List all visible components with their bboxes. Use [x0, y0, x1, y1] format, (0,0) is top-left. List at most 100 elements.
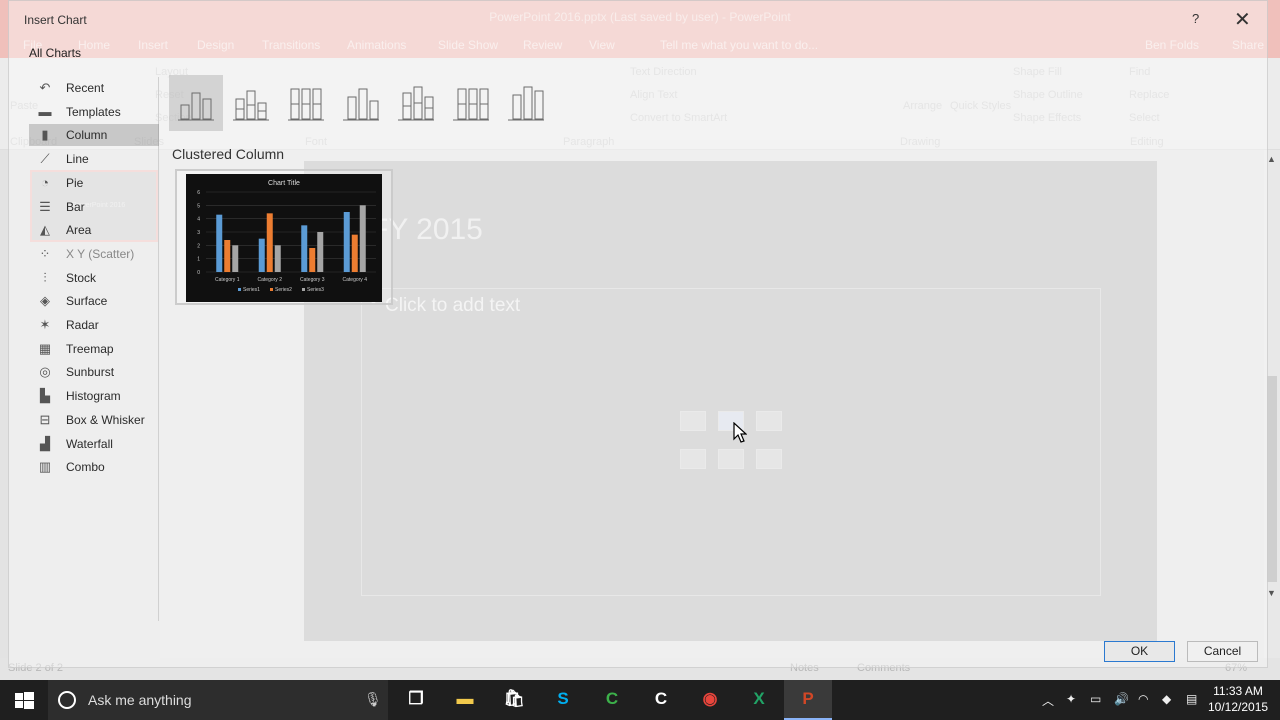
chart-type-label: Stock [66, 270, 97, 285]
taskbar-app-camtasia-recorder[interactable]: C [637, 680, 685, 720]
chart-type-x-y-scatter[interactable]: ⁘ X Y (Scatter) [29, 243, 159, 265]
preview-chart-title: Chart Title [268, 180, 300, 187]
bar-series1-3 [301, 225, 308, 272]
subtype-3d-stacked-column-button[interactable] [389, 75, 443, 131]
waterfall-chart-icon: ▟ [40, 435, 50, 451]
undo-icon: ↶ [39, 80, 51, 95]
chart-type-recent[interactable]: ↶ Recent [29, 77, 159, 99]
chart-type-treemap[interactable]: ▦ Treemap [29, 338, 159, 360]
chart-preview[interactable]: Chart Title 0 1 2 3 4 5 6 Category 1 Category 2 Ca… [175, 169, 393, 305]
network-diamond-icon[interactable]: ◆ [1162, 692, 1171, 706]
volume-icon[interactable]: 🔊 [1114, 692, 1129, 706]
scroll-down-arrow-icon: ▼ [1267, 588, 1276, 598]
subtype-clustered-column-button[interactable] [169, 75, 223, 131]
stacked-column-icon [233, 90, 269, 121]
taskbar-app-chrome[interactable]: ◉ [686, 680, 734, 720]
close-icon[interactable]: ✕ [1234, 7, 1251, 32]
powerpoint-icon: P [802, 689, 814, 708]
preview-canvas: Chart Title 0 1 2 3 4 5 6 Category 1 Category 2 Ca… [186, 174, 382, 302]
bar-series2-1 [224, 240, 231, 272]
start-button[interactable] [0, 680, 48, 720]
microphone-icon[interactable]: 🎙 [364, 691, 382, 708]
taskbar-app-store[interactable]: 🛍 [490, 680, 538, 720]
wifi-icon[interactable]: ◠ [1138, 692, 1148, 706]
x-category-label: Category 2 [258, 277, 283, 283]
area-chart-icon: ◭ [40, 222, 50, 238]
chart-type-line[interactable]: ⟋ Line [29, 148, 159, 170]
100-stacked-column-icon [288, 88, 324, 121]
camtasia-icon: C [605, 689, 619, 708]
insert-chart-dialog: Insert Chart ? ✕ All Charts ↶ Recent ▬ Temp… [8, 0, 1268, 668]
ok-button[interactable]: OK [1104, 641, 1175, 662]
cancel-button[interactable]: Cancel [1187, 641, 1258, 662]
y-tick-label: 6 [197, 190, 200, 196]
y-tick-label: 0 [197, 270, 200, 276]
3d-column-icon [508, 86, 544, 121]
subtype-100-stacked-column-button[interactable] [279, 75, 333, 131]
subtype-3d-clustered-column-button[interactable] [334, 75, 388, 131]
preview-chart-svg: Chart Title 0 1 2 3 4 5 6 Category 1 Category 2 Ca… [197, 180, 376, 293]
chart-type-area[interactable]: ◭ Area [29, 219, 159, 241]
chart-type-templates[interactable]: ▬ Templates [29, 101, 159, 123]
chart-type-box-whisker[interactable]: ⊟ Box & Whisker [29, 409, 159, 431]
chart-type-stock[interactable]: ⫶ Stock [29, 267, 159, 289]
dropbox-icon[interactable]: ✦ [1066, 692, 1076, 706]
subtype-3d-column-button[interactable] [499, 75, 553, 131]
taskbar-app-excel[interactable]: X [735, 680, 783, 720]
file-explorer-icon: ▬ [456, 689, 474, 708]
camtasia-recorder-icon: C [654, 689, 668, 708]
chart-type-surface[interactable]: ◈ Surface [29, 290, 159, 312]
chart-type-label: Area [66, 223, 92, 238]
x-category-label: Category 1 [215, 277, 240, 283]
legend-entry: Series2 [275, 287, 292, 293]
column-chart-icon: ▮ [41, 127, 49, 143]
help-button[interactable]: ? [1192, 11, 1199, 26]
chart-type-waterfall[interactable]: ▟ Waterfall [29, 433, 159, 455]
stock-chart-icon: ⫶ [43, 269, 47, 285]
chart-type-combo[interactable]: ▥ Combo [29, 456, 159, 478]
subtype-3d-100-stacked-column-button[interactable] [444, 75, 498, 131]
chart-type-label: Combo [66, 460, 105, 475]
clock-date: 10/12/2015 [1208, 700, 1269, 714]
chart-type-label: Templates [66, 104, 121, 119]
taskbar-app-camtasia[interactable]: C [588, 680, 636, 720]
line-chart-icon: ⟋ [40, 151, 50, 167]
radar-chart-icon: ✶ [39, 317, 51, 332]
y-tick-label: 4 [197, 217, 200, 223]
3d-clustered-column-icon [343, 88, 379, 121]
taskbar-app-skype[interactable]: S [539, 680, 587, 720]
battery-icon[interactable]: ▭ [1090, 692, 1101, 706]
taskbar-app-powerpoint[interactable]: P [784, 680, 832, 720]
bar-series1-4 [343, 212, 350, 272]
taskbar-clock[interactable]: 11:33 AM 10/12/2015 [1208, 683, 1268, 715]
chart-type-label: Pie [66, 175, 84, 190]
taskbar-app-file-explorer[interactable]: ▬ [441, 680, 489, 720]
chart-type-sunburst[interactable]: ◎ Sunburst [29, 361, 159, 383]
chart-type-radar[interactable]: ✶ Radar [29, 314, 159, 336]
cortana-search-box[interactable]: Ask me anything 🎙 [48, 680, 388, 720]
bar-series3-2 [274, 245, 281, 272]
clock-time: 11:33 AM [1213, 684, 1263, 698]
chart-type-label: Surface [66, 294, 108, 309]
chart-type-label: Radar [66, 318, 99, 332]
bar-series3-3 [317, 232, 324, 272]
tray-chevron-icon[interactable]: ︿ [1042, 692, 1054, 709]
windows-taskbar: Ask me anything 🎙 ❐ ▬ 🛍 S C C ◉ X P ︿ ✦ ▭ 🔊 ◠ ◆ … [0, 680, 1280, 720]
chart-type-histogram[interactable]: ▙ Histogram [29, 385, 159, 407]
action-center-icon[interactable]: ▤ [1186, 692, 1197, 706]
y-tick-label: 1 [197, 257, 200, 263]
task-view-icon: ❐ [408, 689, 424, 708]
windows-logo-icon [15, 692, 34, 709]
chart-type-pie[interactable]: ◔ Pie [29, 172, 159, 194]
chart-type-column[interactable]: ▮ Column [29, 124, 159, 147]
legend-swatch [238, 288, 241, 291]
taskbar-app-task-view[interactable]: ❐ [392, 680, 440, 720]
tab-all-charts[interactable]: All Charts [29, 46, 81, 60]
chart-type-bar[interactable]: ☰ Bar [29, 196, 159, 218]
chart-type-label: Box & Whisker [66, 412, 145, 427]
y-tick-label: 3 [197, 230, 200, 236]
subtype-stacked-column-button[interactable] [224, 75, 278, 131]
cortana-icon [58, 691, 76, 709]
3d-100-stacked-column-icon [453, 88, 489, 121]
treemap-chart-icon: ▦ [38, 340, 52, 356]
